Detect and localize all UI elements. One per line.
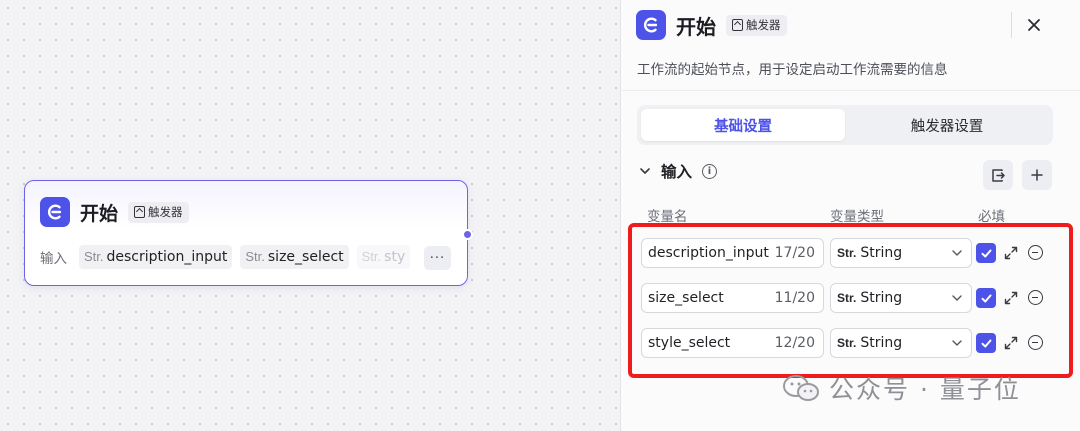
variable-type-select[interactable]: Str. String [830,238,972,268]
panel-header: 开始 触发器 [636,10,787,40]
inputs-label: 输入 [40,251,67,267]
trigger-badge: 触发器 [726,14,787,36]
tab-basic-settings[interactable]: 基础设置 [641,109,845,141]
wechat-icon [783,375,819,401]
type-prefix: Str. [837,246,857,260]
type-value: String [860,245,903,261]
char-count: 17/20 [774,245,815,261]
chevron-down-icon [952,295,962,301]
char-count: 11/20 [774,290,815,306]
watermark: 公众号 · 量子位 [781,370,1021,406]
info-icon[interactable]: i [702,163,718,179]
plus-icon [1031,169,1043,181]
close-button[interactable] [1021,10,1047,40]
variable-name-value: style_select [648,335,731,351]
node-title: 开始 [80,202,119,225]
chevron-down-icon [640,168,650,174]
add-input-button[interactable] [1022,160,1052,190]
node-inputs: 输入 Str. description_input Str. size_sele… [40,245,411,269]
column-header-name: 变量名 [647,209,688,225]
input-chip: Str. size_select [240,245,349,269]
inputs-section-header[interactable]: 输入 i [639,160,718,182]
node-header: 开始 触发器 [40,197,189,227]
close-icon [1028,19,1040,31]
output-port[interactable] [462,229,473,240]
header-divider [1011,12,1012,38]
import-button[interactable] [983,160,1013,190]
type-prefix: Str. [837,336,857,350]
type-prefix: Str. [361,249,382,264]
char-count: 12/20 [774,335,815,351]
variable-name-input[interactable]: style_select 12/20 [641,328,824,358]
chip-name: size_select [267,249,344,265]
chevron-down-icon [952,250,962,256]
expand-icon[interactable] [1003,335,1019,351]
trigger-badge-label: 触发器 [746,18,781,32]
expand-icon[interactable] [1003,245,1019,261]
type-prefix: Str. [245,249,265,264]
watermark-text: 公众号 · 量子位 [829,375,1021,404]
section-title: 输入 [661,163,693,181]
column-header-type: 变量类型 [830,209,884,225]
type-value: String [860,290,903,306]
chevron-down-icon [952,340,962,346]
check-icon [981,249,991,257]
variable-name-input[interactable]: size_select 11/20 [641,283,824,313]
divider [621,90,1080,91]
type-value: String [860,335,903,351]
trigger-badge-label: 触发器 [148,205,183,219]
input-chip: Str. sty [356,245,411,269]
remove-row-button[interactable] [1028,335,1043,350]
variable-name-value: description_input [648,245,769,261]
tab-trigger-settings[interactable]: 触发器设置 [845,109,1049,141]
node-settings-panel: 开始 触发器 工作流的起始节点，用于设定启动工作流需要的信息 基础设置 触发器设… [620,0,1080,431]
check-icon [981,294,991,302]
trigger-icon [134,206,146,218]
variable-name-input[interactable]: description_input 17/20 [641,238,824,268]
variable-type-select[interactable]: Str. String [830,328,972,358]
start-app-icon [636,10,666,40]
check-icon [981,339,991,347]
panel-description: 工作流的起始节点，用于设定启动工作流需要的信息 [637,62,948,78]
required-checkbox[interactable] [976,288,996,308]
type-prefix: Str. [84,249,104,264]
variable-name-value: size_select [648,290,724,306]
trigger-badge: 触发器 [128,201,189,223]
panel-title: 开始 [676,14,716,39]
input-chip: Str. description_input [79,245,233,269]
chip-name: sty [384,249,406,265]
more-button[interactable]: ··· [424,246,451,270]
required-checkbox[interactable] [976,333,996,353]
chip-name: description_input [106,249,228,265]
import-icon [991,168,1005,182]
settings-tabs: 基础设置 触发器设置 [637,105,1053,145]
trigger-icon [732,19,743,31]
column-header-required: 必填 [978,209,1005,225]
start-app-icon [40,197,70,227]
required-checkbox[interactable] [976,243,996,263]
start-node[interactable]: 开始 触发器 输入 Str. description_input Str. si… [24,180,468,286]
variable-type-select[interactable]: Str. String [830,283,972,313]
expand-icon[interactable] [1003,290,1019,306]
remove-row-button[interactable] [1028,245,1043,260]
type-prefix: Str. [837,291,857,305]
remove-row-button[interactable] [1028,290,1043,305]
